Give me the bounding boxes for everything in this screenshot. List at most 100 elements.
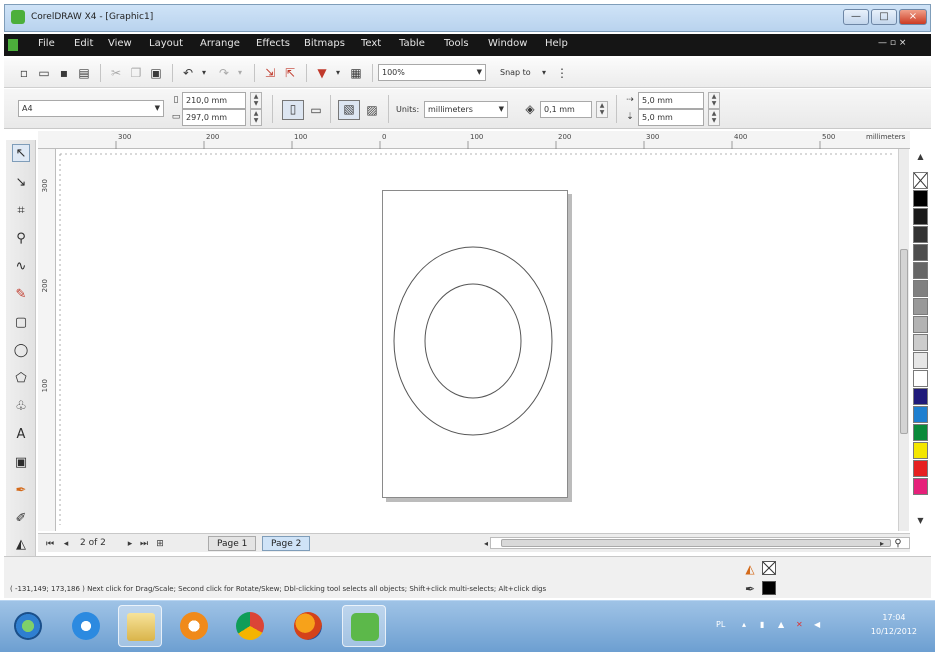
- eyedropper-tool-icon[interactable]: ✒: [12, 482, 30, 500]
- color-swatch[interactable]: [913, 352, 928, 369]
- close-button[interactable]: ×: [899, 9, 927, 25]
- outer-ellipse[interactable]: [393, 246, 553, 436]
- document-page[interactable]: [382, 190, 568, 498]
- duplicate-x-spinner[interactable]: ▲ ▼: [708, 92, 720, 109]
- color-swatch[interactable]: [913, 442, 928, 459]
- units-select[interactable]: millimeters ▼: [424, 101, 508, 118]
- menu-effects[interactable]: Effects: [256, 38, 290, 49]
- launcher-dropdown-icon[interactable]: ▾: [330, 65, 346, 81]
- minimize-button[interactable]: —: [843, 9, 869, 25]
- first-page-icon[interactable]: ⏮: [42, 536, 58, 552]
- menu-text[interactable]: Text: [361, 38, 381, 49]
- taskbar-firefox[interactable]: [286, 605, 330, 647]
- maximize-button[interactable]: □: [871, 9, 897, 25]
- color-swatch[interactable]: [913, 244, 928, 261]
- last-page-icon[interactable]: ⏭: [136, 536, 152, 552]
- network-icon[interactable]: ▲: [778, 620, 787, 629]
- basic-shapes-tool-icon[interactable]: ♧: [12, 398, 30, 416]
- palette-scroll-up-icon[interactable]: ▲: [912, 150, 929, 164]
- nudge-distance-field[interactable]: 0,1 mm: [540, 101, 592, 118]
- snap-to-dropdown-icon[interactable]: ▾: [536, 65, 552, 81]
- print-icon[interactable]: ▤: [76, 65, 92, 81]
- taskbar-coreldraw[interactable]: [342, 605, 386, 647]
- horizontal-scrollbar[interactable]: [490, 537, 910, 549]
- interactive-blend-tool-icon[interactable]: ▣: [12, 454, 30, 472]
- rectangle-tool-icon[interactable]: ▢: [12, 314, 30, 332]
- vertical-scrollbar[interactable]: [898, 149, 909, 531]
- color-swatch[interactable]: [913, 460, 928, 477]
- outline-tool-icon[interactable]: ✐: [12, 510, 30, 528]
- pick-tool-icon[interactable]: ↖: [12, 144, 30, 162]
- duplicate-distance-y-field[interactable]: 5,0 mm: [638, 109, 704, 126]
- duplicate-distance-x-field[interactable]: 5,0 mm: [638, 92, 704, 109]
- undo-dropdown-icon[interactable]: ▾: [196, 65, 212, 81]
- zoom-level-select[interactable]: 100% ▼: [378, 64, 486, 81]
- redo-icon[interactable]: ↷: [216, 65, 232, 81]
- action-center-icon[interactable]: ✕: [796, 620, 805, 629]
- page-width-field[interactable]: 210,0 mm: [182, 92, 246, 109]
- color-swatch[interactable]: [913, 406, 928, 423]
- previous-page-icon[interactable]: ◂: [58, 536, 74, 552]
- coreldraw-app-icon[interactable]: [11, 10, 25, 24]
- nudge-spinner[interactable]: ▲ ▼: [596, 101, 608, 118]
- duplicate-y-spinner[interactable]: ▲ ▼: [708, 109, 720, 126]
- all-pages-icon[interactable]: ▧: [338, 100, 360, 120]
- menu-table[interactable]: Table: [399, 38, 425, 49]
- start-button[interactable]: [6, 605, 50, 647]
- add-page-icon[interactable]: ⊞: [152, 536, 168, 552]
- no-fill-swatch[interactable]: [913, 172, 928, 189]
- vertical-ruler[interactable]: 300 200 100: [38, 149, 56, 531]
- color-swatch[interactable]: [913, 370, 928, 387]
- redo-dropdown-icon[interactable]: ▾: [232, 65, 248, 81]
- fill-tool-icon[interactable]: ◭: [12, 536, 30, 554]
- cut-icon[interactable]: ✂: [108, 65, 124, 81]
- menu-edit[interactable]: Edit: [74, 38, 93, 49]
- paste-icon[interactable]: ▣: [148, 65, 164, 81]
- zoom-tool-icon[interactable]: ⚲: [12, 230, 30, 248]
- options-icon[interactable]: ⋮: [554, 65, 570, 81]
- color-swatch[interactable]: [913, 280, 928, 297]
- volume-icon[interactable]: ◀: [814, 620, 823, 629]
- open-icon[interactable]: ▭: [36, 65, 52, 81]
- tab-page-2[interactable]: Page 2: [262, 536, 311, 551]
- color-swatch[interactable]: [913, 424, 928, 441]
- page-height-field[interactable]: 297,0 mm: [182, 109, 246, 126]
- text-tool-icon[interactable]: A: [12, 426, 30, 444]
- usb-icon[interactable]: ▮: [760, 620, 769, 629]
- keyboard-language-icon[interactable]: PL: [716, 620, 725, 629]
- menu-tools[interactable]: Tools: [444, 38, 469, 49]
- color-swatch[interactable]: [913, 208, 928, 225]
- crop-tool-icon[interactable]: ⌗: [12, 202, 30, 220]
- save-icon[interactable]: ▪: [56, 65, 72, 81]
- shape-tool-icon[interactable]: ↘: [12, 174, 30, 192]
- menu-view[interactable]: View: [108, 38, 132, 49]
- portrait-icon[interactable]: ▯: [282, 100, 304, 120]
- color-swatch[interactable]: [913, 316, 928, 333]
- import-icon[interactable]: ⇲: [262, 65, 278, 81]
- new-icon[interactable]: ▫: [16, 65, 32, 81]
- welcome-screen-icon[interactable]: ▦: [348, 65, 364, 81]
- ellipse-tool-icon[interactable]: ◯: [12, 342, 30, 360]
- menu-arrange[interactable]: Arrange: [200, 38, 240, 49]
- horizontal-ruler[interactable]: 300 200 100 0 100 200 300 400 500 millim…: [38, 131, 910, 149]
- taskbar-internet-explorer[interactable]: [64, 605, 108, 647]
- tray-expand-icon[interactable]: ▴: [742, 620, 751, 629]
- horizontal-scroll-thumb[interactable]: [501, 539, 891, 547]
- copy-icon[interactable]: ❐: [128, 65, 144, 81]
- color-swatch[interactable]: [913, 334, 928, 351]
- scroll-right-icon[interactable]: ▸: [874, 536, 890, 552]
- document-window-controls[interactable]: — ▫ ×: [878, 38, 906, 48]
- outline-black-swatch[interactable]: [762, 581, 776, 595]
- menu-window[interactable]: Window: [488, 38, 527, 49]
- color-swatch[interactable]: [913, 226, 928, 243]
- page-height-spinner[interactable]: ▲ ▼: [250, 109, 262, 126]
- export-icon[interactable]: ⇱: [282, 65, 298, 81]
- freehand-tool-icon[interactable]: ∿: [12, 258, 30, 276]
- current-page-icon[interactable]: ▨: [364, 102, 380, 118]
- color-swatch[interactable]: [913, 262, 928, 279]
- page-width-spinner[interactable]: ▲ ▼: [250, 92, 262, 109]
- color-swatch[interactable]: [913, 388, 928, 405]
- taskbar-media-player[interactable]: [172, 605, 216, 647]
- menu-bitmaps[interactable]: Bitmaps: [304, 38, 345, 49]
- snap-to-button[interactable]: Snap to: [500, 68, 531, 77]
